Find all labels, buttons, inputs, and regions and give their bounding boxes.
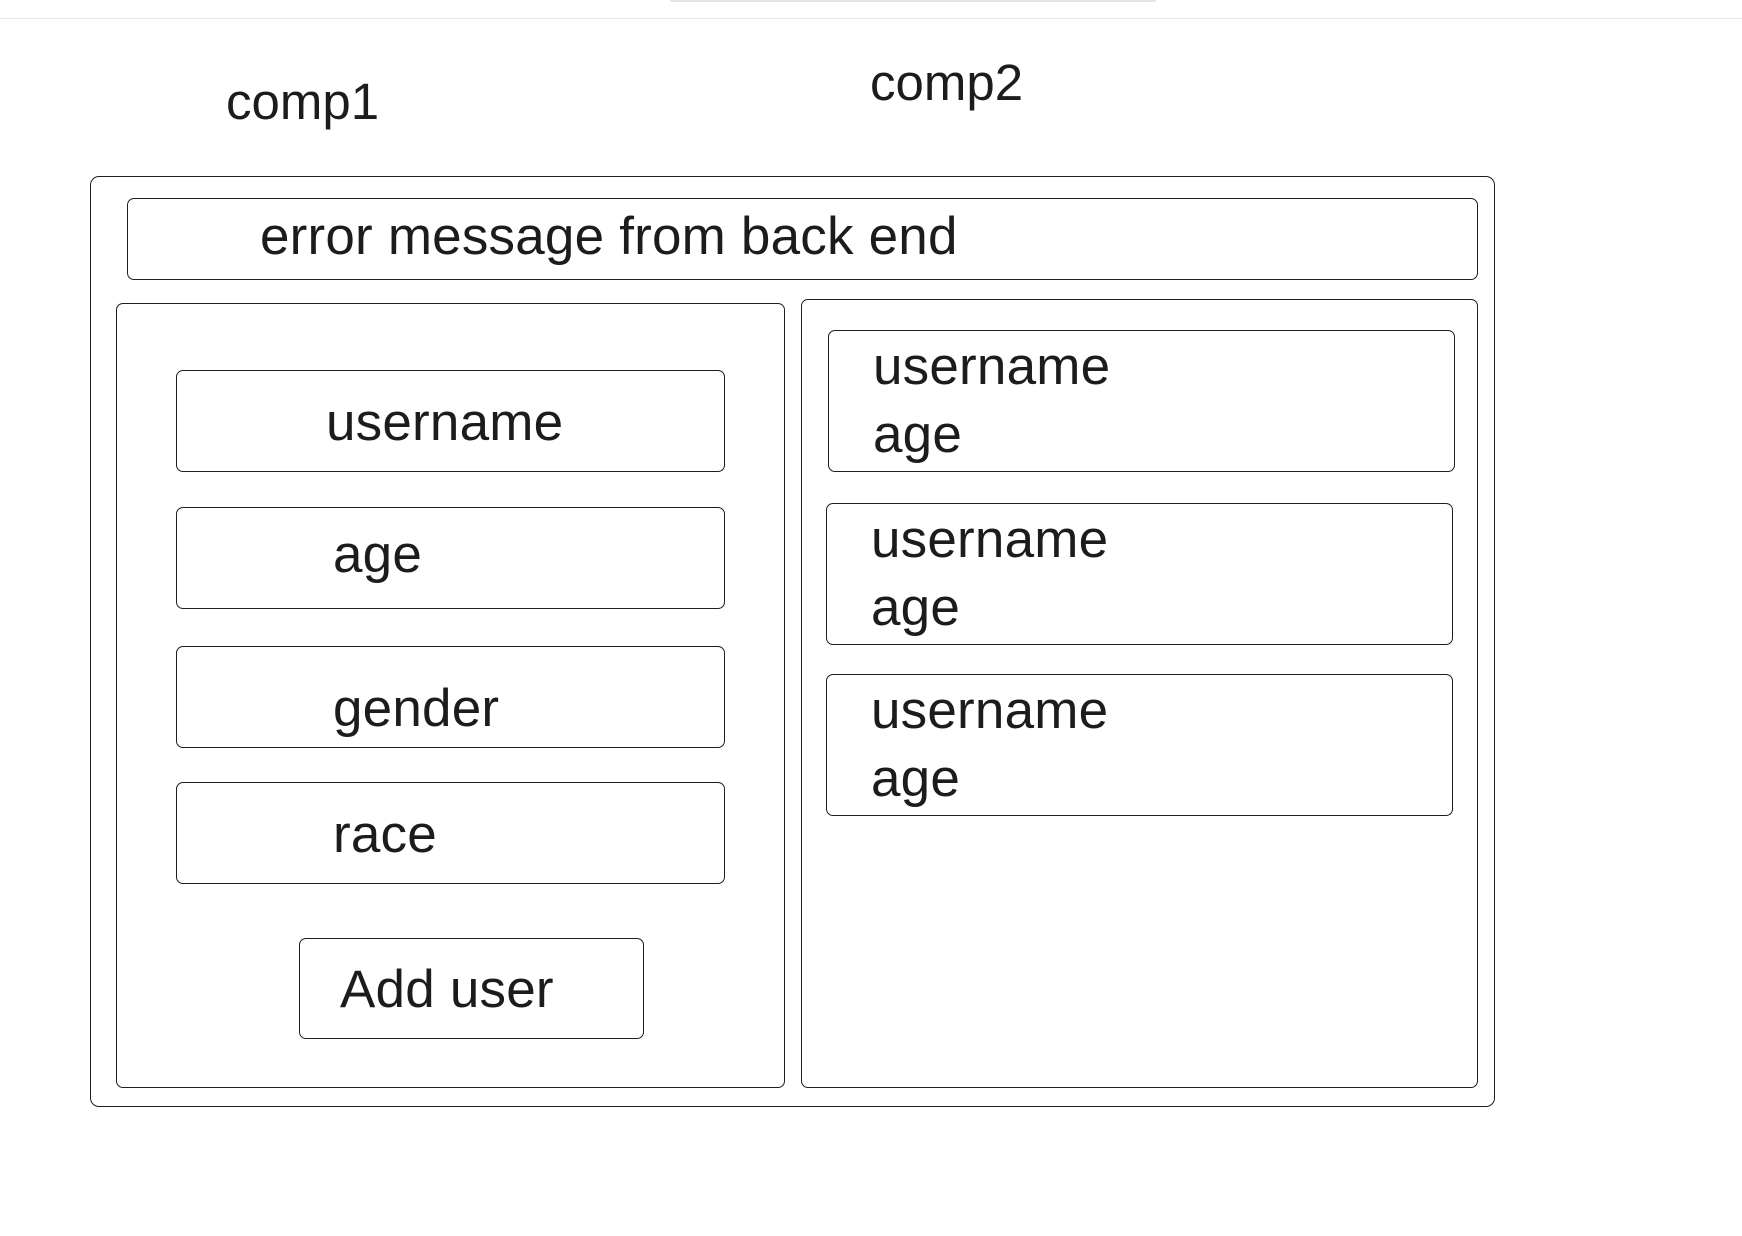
race-field[interactable] <box>176 782 725 884</box>
user-card-username: username <box>871 681 1109 740</box>
comp2-label: comp2 <box>870 54 1024 111</box>
error-message-text: error message from back end <box>260 207 958 266</box>
gender-field-label: gender <box>333 679 500 738</box>
username-field-label: username <box>326 393 564 452</box>
add-user-button-label: Add user <box>340 960 554 1019</box>
race-field-label: race <box>333 805 437 864</box>
user-card-username: username <box>873 337 1111 396</box>
age-field[interactable] <box>176 507 725 609</box>
canvas-top-scroll-indicator <box>670 0 1156 2</box>
user-card-age: age <box>871 749 961 808</box>
user-card-age: age <box>871 578 961 637</box>
user-card-username: username <box>871 510 1109 569</box>
canvas-top-divider <box>0 18 1742 19</box>
user-card-age: age <box>873 405 963 464</box>
age-field-label: age <box>333 525 423 584</box>
comp1-label: comp1 <box>226 73 380 130</box>
